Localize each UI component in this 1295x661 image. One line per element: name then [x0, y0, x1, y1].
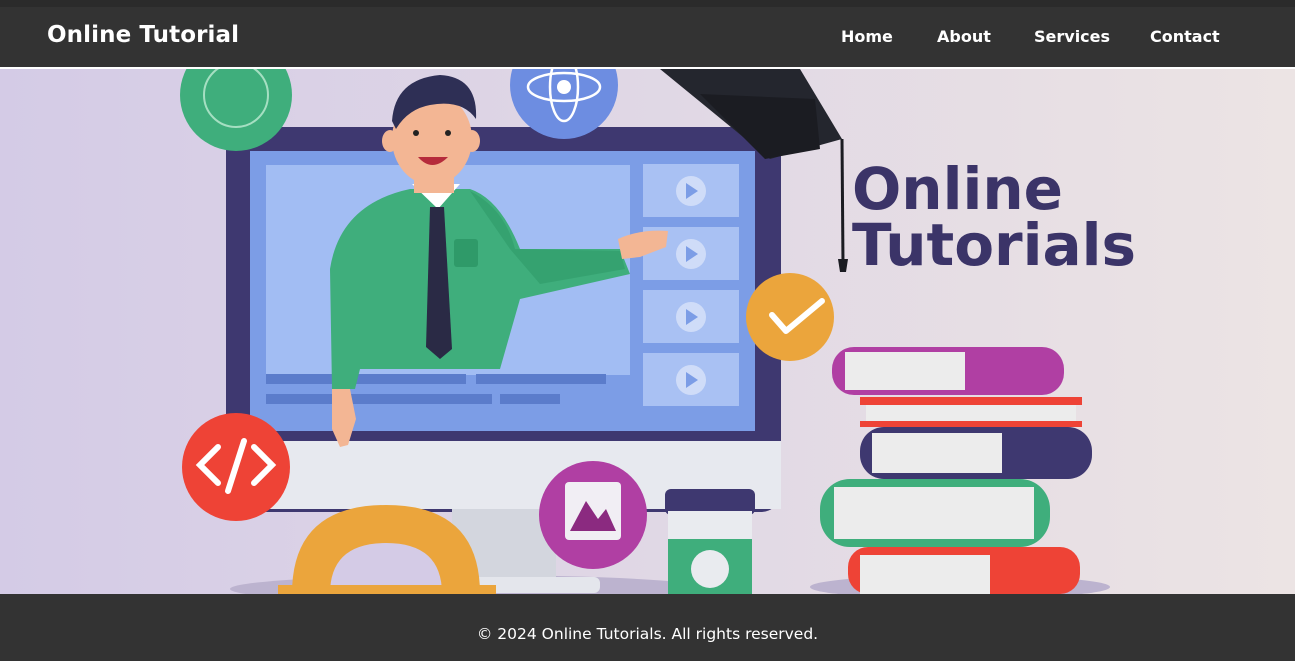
nav-contact-link[interactable]: Contact: [1150, 27, 1220, 46]
checkmark-badge-icon: [746, 273, 834, 361]
footer: © 2024 Online Tutorials. All rights rese…: [0, 594, 1295, 661]
site-brand[interactable]: Online Tutorial: [47, 22, 239, 48]
nav-home-link[interactable]: Home: [841, 27, 893, 46]
nav-services-link[interactable]: Services: [1034, 27, 1110, 46]
hero-illustration: Online Tutorials: [0, 69, 1295, 594]
navbar: Online Tutorial Home About Services Cont…: [0, 7, 1295, 67]
image-badge-icon: [539, 461, 647, 569]
hero-title-line2: Tutorials: [852, 211, 1136, 279]
hero-banner: Online Tutorials: [0, 69, 1295, 594]
coffee-cup-icon: [665, 489, 755, 594]
nav-about-link[interactable]: About: [937, 27, 991, 46]
browser-top-strip: [0, 0, 1295, 7]
code-badge-icon: [182, 413, 290, 521]
footer-copyright: © 2024 Online Tutorials. All rights rese…: [476, 625, 819, 643]
